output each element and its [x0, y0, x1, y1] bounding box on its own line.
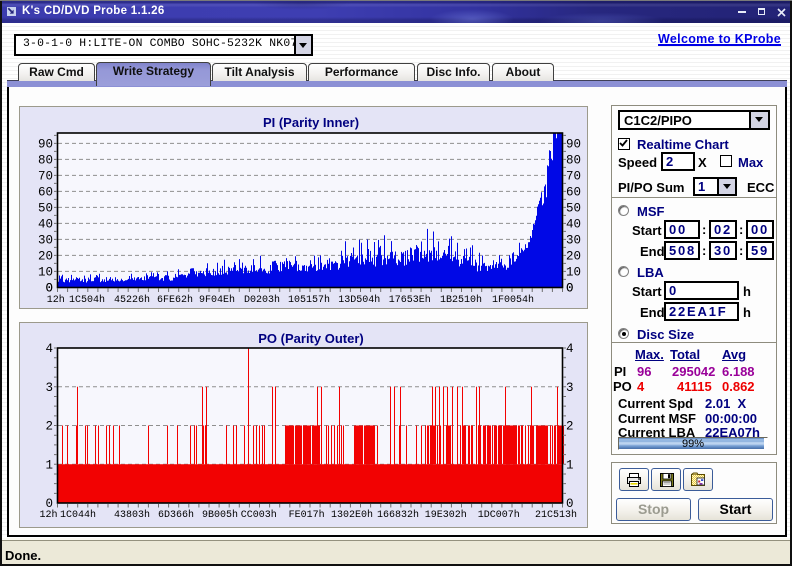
svg-text:30: 30 — [566, 233, 581, 247]
svg-text:70: 70 — [566, 169, 581, 183]
svg-text:80: 80 — [38, 153, 53, 167]
svg-text:80: 80 — [566, 153, 581, 167]
svg-text:20: 20 — [566, 249, 581, 263]
svg-text:2: 2 — [566, 420, 574, 434]
svg-text:60: 60 — [38, 185, 53, 199]
svg-text:FE017h: FE017h — [289, 509, 325, 521]
svg-text:13D504h: 13D504h — [338, 294, 380, 306]
svg-text:1C044h: 1C044h — [60, 509, 96, 521]
svg-text:40: 40 — [566, 217, 581, 231]
svg-text:3: 3 — [566, 381, 574, 395]
svg-text:1: 1 — [45, 458, 53, 472]
svg-text:2: 2 — [45, 420, 53, 434]
svg-text:0: 0 — [566, 282, 574, 296]
svg-text:6FE62h: 6FE62h — [157, 294, 193, 306]
svg-text:12h: 12h — [39, 509, 57, 521]
svg-text:1B2510h: 1B2510h — [440, 294, 482, 306]
svg-text:12h: 12h — [47, 294, 65, 306]
svg-text:166832h: 166832h — [377, 509, 419, 521]
svg-text:105157h: 105157h — [288, 294, 330, 306]
svg-text:4: 4 — [566, 342, 574, 356]
svg-text:45226h: 45226h — [114, 294, 150, 306]
svg-text:D0203h: D0203h — [244, 294, 280, 306]
svg-text:1: 1 — [566, 458, 574, 472]
svg-text:1302E0h: 1302E0h — [331, 509, 373, 521]
svg-text:1DC007h: 1DC007h — [478, 509, 520, 521]
svg-text:6D366h: 6D366h — [158, 509, 194, 521]
svg-text:0: 0 — [566, 497, 574, 511]
svg-text:0: 0 — [45, 497, 53, 511]
svg-text:40: 40 — [38, 217, 53, 231]
svg-text:60: 60 — [566, 185, 581, 199]
svg-text:3: 3 — [45, 381, 53, 395]
svg-text:21C513h: 21C513h — [535, 509, 577, 521]
svg-text:50: 50 — [38, 201, 53, 215]
svg-text:43803h: 43803h — [114, 509, 150, 521]
svg-text:4: 4 — [45, 342, 53, 356]
svg-text:10: 10 — [38, 265, 53, 279]
svg-text:90: 90 — [38, 137, 53, 151]
svg-text:70: 70 — [38, 169, 53, 183]
svg-text:1C504h: 1C504h — [69, 294, 105, 306]
svg-text:19E302h: 19E302h — [425, 509, 467, 521]
svg-text:50: 50 — [566, 201, 581, 215]
svg-text:10: 10 — [566, 265, 581, 279]
svg-text:1F0054h: 1F0054h — [492, 294, 534, 306]
svg-text:9B005h: 9B005h — [202, 509, 238, 521]
svg-text:90: 90 — [566, 137, 581, 151]
svg-text:17653Eh: 17653Eh — [389, 294, 431, 306]
svg-text:20: 20 — [38, 249, 53, 263]
svg-text:30: 30 — [38, 233, 53, 247]
svg-text:9F04Eh: 9F04Eh — [199, 294, 235, 306]
svg-text:CC003h: CC003h — [241, 509, 277, 521]
svg-text:0: 0 — [45, 282, 53, 296]
